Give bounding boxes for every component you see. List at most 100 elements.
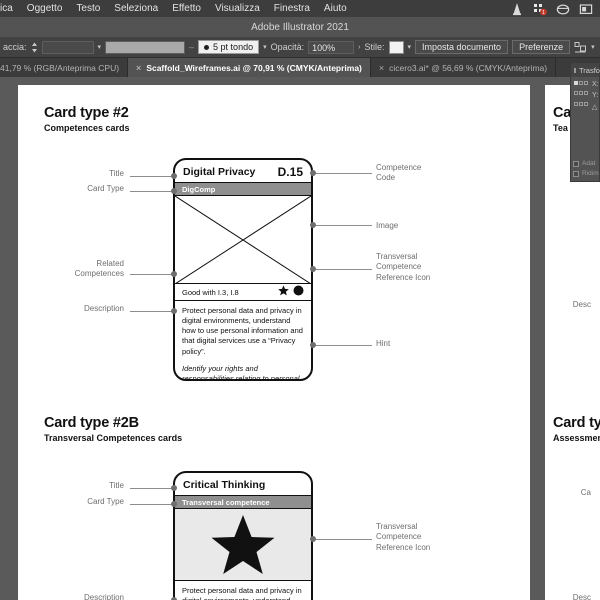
card-title-row: Critical Thinking bbox=[175, 473, 311, 495]
document-tab-0[interactable]: 41,79 % (RGB/Anteprima CPU) bbox=[0, 58, 129, 77]
stepper-icon[interactable] bbox=[31, 41, 38, 54]
stroke-weight-field[interactable] bbox=[105, 40, 186, 54]
opacity-label: Opacità: bbox=[270, 42, 305, 52]
opacity-input[interactable]: 100% bbox=[308, 40, 355, 54]
close-icon[interactable]: × bbox=[379, 63, 384, 73]
angle-icon: △ bbox=[592, 104, 598, 111]
callout-dot bbox=[171, 188, 177, 194]
card-hint: Identify your rights and responsabilitie… bbox=[182, 363, 300, 381]
preferences-button[interactable]: Preferenze bbox=[512, 40, 571, 54]
close-icon[interactable]: × bbox=[136, 63, 141, 73]
menu-item-aiuto[interactable]: Aiuto bbox=[317, 0, 354, 17]
callout-line bbox=[316, 345, 372, 346]
document-tab-1-label: Scaffold_Wireframes.ai @ 70,91 % (CMYK/A… bbox=[146, 62, 362, 73]
star-icon bbox=[278, 283, 289, 301]
checkbox-icon[interactable] bbox=[573, 170, 579, 177]
style-chevron-down-icon[interactable]: ▾ bbox=[408, 43, 412, 51]
window-title-bar: Adobe Illustrator 2021 bbox=[0, 17, 600, 37]
align-icon[interactable] bbox=[574, 41, 587, 54]
card-title: Critical Thinking bbox=[183, 478, 266, 491]
opacity-chevron-right-icon[interactable]: › bbox=[358, 44, 360, 51]
transform-panel[interactable]: Trasfo X: Y: △ Adat Ridim bbox=[570, 62, 600, 182]
align-chevron-down-icon[interactable]: ▾ bbox=[591, 43, 595, 51]
style-swatch[interactable] bbox=[388, 40, 404, 54]
canvas-area[interactable]: Card type #2 Competences cards Digital P… bbox=[0, 77, 600, 600]
menu-item-oggetto[interactable]: Oggetto bbox=[20, 0, 70, 17]
badge-notification-icon[interactable]: 1 bbox=[533, 2, 547, 16]
divider: – bbox=[189, 42, 195, 52]
card-description: Protect personal data and privacy in dig… bbox=[182, 306, 303, 356]
transform-fields: X: Y: △ bbox=[592, 81, 599, 111]
document-tab-bar: 41,79 % (RGB/Anteprima CPU) × Scaffold_W… bbox=[0, 58, 600, 77]
callout-label-hint: Hint bbox=[376, 339, 391, 348]
svg-text:1: 1 bbox=[542, 10, 545, 16]
card-critical-thinking[interactable]: Critical Thinking Transversal competence… bbox=[173, 471, 313, 600]
menu-item-finestra[interactable]: Finestra bbox=[267, 0, 317, 17]
checkbox-row-adatta[interactable]: Adat bbox=[573, 160, 599, 167]
card-related-text: Good with I.3, I.8 bbox=[182, 287, 239, 297]
card-type-bar: Transversal competence bbox=[175, 495, 311, 509]
artboard-main[interactable]: Card type #2 Competences cards Digital P… bbox=[18, 85, 530, 600]
callout-line bbox=[316, 269, 372, 270]
illustrator-window: ica Oggetto Testo Seleziona Effetto Visu… bbox=[0, 0, 600, 600]
callout-line bbox=[130, 176, 174, 177]
callout-dot bbox=[171, 271, 177, 277]
chevron-down-icon[interactable]: ▾ bbox=[98, 43, 102, 51]
section-2b-title: Card type #2B bbox=[44, 415, 139, 431]
section-right-bottom-heading: Card ty Assessmen bbox=[553, 415, 600, 443]
menu-item-effetto[interactable]: Effetto bbox=[165, 0, 208, 17]
transform-x-label: X: bbox=[592, 81, 599, 88]
callout-label-card: Ca bbox=[580, 488, 591, 497]
menu-item-modifica[interactable]: ica bbox=[0, 0, 20, 17]
callout-line bbox=[316, 173, 372, 174]
callout-label-title: Title bbox=[109, 481, 124, 490]
document-tab-0-label: 41,79 % (RGB/Anteprima CPU) bbox=[0, 62, 120, 73]
cone-icon[interactable] bbox=[510, 2, 524, 16]
transform-panel-tab-label: Trasfo bbox=[579, 65, 600, 75]
document-setup-button[interactable]: Imposta documento bbox=[415, 40, 509, 54]
card-related-competences-row: Good with I.3, I.8 bbox=[175, 284, 311, 301]
callout-line bbox=[130, 191, 174, 192]
panel-dot-icon bbox=[574, 67, 576, 73]
section-2-subtitle: Competences cards bbox=[44, 123, 130, 133]
reference-point-grid-icon[interactable] bbox=[574, 81, 588, 111]
card-description-area: Protect personal data and privacy in dig… bbox=[175, 581, 311, 600]
transform-panel-tab[interactable]: Trasfo bbox=[571, 63, 600, 77]
card-description: Protect personal data and privacy in dig… bbox=[182, 586, 302, 600]
menu-item-testo[interactable]: Testo bbox=[69, 0, 107, 17]
callout-dot bbox=[171, 173, 177, 179]
circle-icon bbox=[293, 283, 304, 301]
callout-label-image: Image bbox=[376, 221, 399, 230]
checkbox-icon[interactable] bbox=[573, 160, 579, 167]
card-title-row: Digital Privacy D.15 bbox=[175, 160, 311, 182]
cloud-storage-icon[interactable] bbox=[556, 2, 570, 16]
fill-color-swatch[interactable] bbox=[41, 40, 94, 54]
callout-line bbox=[316, 225, 372, 226]
callout-line bbox=[130, 311, 174, 312]
callout-dot bbox=[171, 308, 177, 314]
callout-label-transversal-reference-icon: Transversal Competence Reference Icon bbox=[376, 522, 431, 552]
callout-label-competence-code: Competence Code bbox=[376, 163, 422, 183]
menu-item-seleziona[interactable]: Seleziona bbox=[107, 0, 165, 17]
card-image-placeholder[interactable] bbox=[175, 196, 311, 284]
card-type-bar: DigComp bbox=[175, 182, 311, 196]
brush-preset-dropdown[interactable]: 5 pt tondo bbox=[198, 40, 260, 54]
section-2-title: Card type #2 bbox=[44, 105, 129, 121]
brush-chevron-down-icon[interactable]: ▾ bbox=[263, 43, 267, 51]
callout-line bbox=[130, 274, 174, 275]
app-title: Adobe Illustrator 2021 bbox=[251, 21, 349, 33]
card-image-placeholder[interactable] bbox=[175, 509, 311, 581]
card-digital-privacy[interactable]: Digital Privacy D.15 DigComp Good with I… bbox=[173, 158, 313, 381]
brush-dot-icon bbox=[204, 44, 210, 50]
checkbox-row-ridimensiona[interactable]: Ridim bbox=[573, 170, 599, 177]
callout-line bbox=[130, 488, 174, 489]
menu-item-visualizza[interactable]: Visualizza bbox=[208, 0, 267, 17]
checkbox-label-ridimensiona: Ridim bbox=[582, 170, 599, 177]
callout-label-title: Title bbox=[109, 169, 124, 178]
card-description-area: Protect personal data and privacy in dig… bbox=[175, 301, 311, 381]
workspace-switcher-icon[interactable] bbox=[579, 2, 593, 16]
document-tab-scaffold-wireframes[interactable]: × Scaffold_Wireframes.ai @ 70,91 % (CMYK… bbox=[128, 58, 371, 77]
card-competence-code: D.15 bbox=[277, 164, 303, 179]
document-tab-cicero3[interactable]: × cicero3.ai* @ 56,69 % (CMYK/Anteprima) bbox=[371, 58, 557, 77]
callout-dot bbox=[171, 501, 177, 507]
